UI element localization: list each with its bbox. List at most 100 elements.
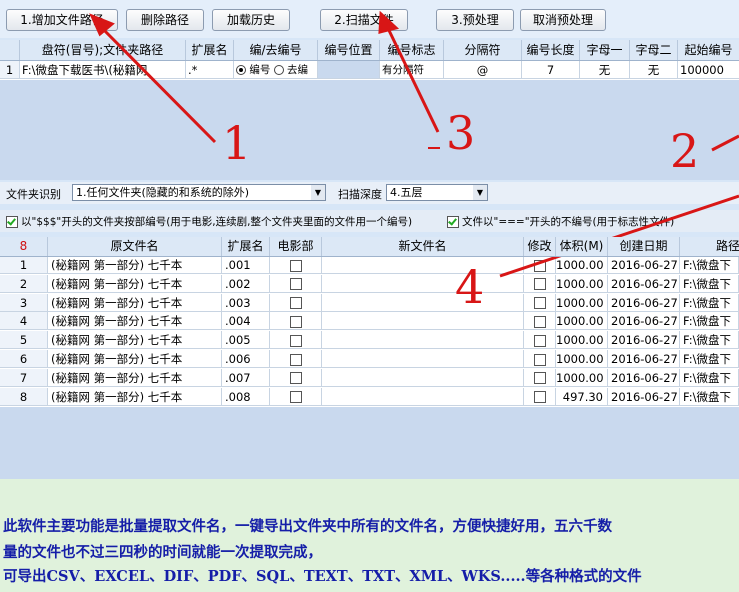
checkbox[interactable]	[289, 259, 302, 272]
new-name-cell[interactable]	[322, 331, 524, 350]
path-cell[interactable]: F:\微盘下载医书\(秘籍网	[20, 61, 186, 79]
checkbox[interactable]	[533, 353, 546, 366]
new-name-cell[interactable]	[322, 293, 524, 312]
cell-ext[interactable]: .002	[222, 274, 270, 293]
cell-ext[interactable]: .006	[222, 350, 270, 368]
checkbox[interactable]	[289, 334, 302, 347]
col-start[interactable]: 起始编号	[678, 40, 739, 60]
col-position[interactable]: 编号位置	[318, 40, 380, 60]
col-letter2[interactable]: 字母二	[630, 40, 678, 60]
checkbox[interactable]	[289, 372, 302, 385]
letter2-cell[interactable]: 无	[630, 61, 678, 79]
checkbox[interactable]	[533, 278, 546, 291]
cell-path[interactable]: F:\微盘下	[680, 387, 739, 406]
table-row[interactable]: 5 (秘籍网 第一部分) 七千本 .005 1000.00 2016-06-27 F:\微…	[0, 331, 739, 350]
cell-date[interactable]: 2016-06-27	[608, 368, 680, 387]
cell-ext[interactable]: .008	[222, 387, 270, 406]
cell-name[interactable]: (秘籍网 第一部分) 七千本	[48, 293, 222, 312]
cell-ext[interactable]: .003	[222, 293, 270, 312]
table-row[interactable]: 1 (秘籍网 第一部分) 七千本 .001 1000.00 2016-06-27 F:\微…	[0, 256, 739, 274]
col-length[interactable]: 编号长度	[522, 40, 580, 60]
checkbox[interactable]	[533, 334, 546, 347]
start-cell[interactable]: 100000	[678, 61, 739, 79]
movie-checkbox[interactable]	[270, 368, 322, 387]
checkbox[interactable]	[533, 372, 546, 385]
new-name-cell[interactable]	[322, 256, 524, 274]
modify-checkbox[interactable]	[524, 387, 556, 406]
col-new-name[interactable]: 新文件名	[322, 237, 524, 256]
add-path-button[interactable]: 1.增加文件路径	[6, 9, 118, 31]
modify-checkbox[interactable]	[524, 293, 556, 312]
cell-path[interactable]: F:\微盘下	[680, 256, 739, 274]
col-separator[interactable]: 分隔符	[444, 40, 522, 60]
scan-files-button[interactable]: 2.扫描文件	[320, 9, 408, 31]
cell-size[interactable]: 1000.00	[556, 274, 608, 293]
load-history-button[interactable]: 加载历史	[212, 9, 290, 31]
table-row[interactable]: 7 (秘籍网 第一部分) 七千本 .007 1000.00 2016-06-27 F:\微…	[0, 368, 739, 387]
cell-ext[interactable]: .007	[222, 368, 270, 387]
cell-date[interactable]: 2016-06-27	[608, 256, 680, 274]
col-date[interactable]: 创建日期	[608, 237, 680, 256]
check-skip-marked[interactable]	[447, 214, 459, 228]
new-name-cell[interactable]	[322, 387, 524, 406]
letter1-cell[interactable]: 无	[580, 61, 630, 79]
checkbox[interactable]	[289, 297, 302, 310]
checkbox[interactable]	[533, 297, 546, 310]
new-name-cell[interactable]	[322, 312, 524, 331]
cell-size[interactable]: 1000.00	[556, 368, 608, 387]
cell-date[interactable]: 2016-06-27	[608, 293, 680, 312]
cell-path[interactable]: F:\微盘下	[680, 331, 739, 350]
cell-size[interactable]: 1000.00	[556, 256, 608, 274]
cell-name[interactable]: (秘籍网 第一部分) 七千本	[48, 387, 222, 406]
movie-checkbox[interactable]	[270, 312, 322, 331]
preprocess-button[interactable]: 3.预处理	[436, 9, 514, 31]
checkbox[interactable]	[289, 353, 302, 366]
cell-name[interactable]: (秘籍网 第一部分) 七千本	[48, 274, 222, 293]
radio-remove[interactable]	[273, 65, 284, 75]
movie-checkbox[interactable]	[270, 274, 322, 293]
movie-checkbox[interactable]	[270, 293, 322, 312]
col-movie[interactable]: 电影部	[270, 237, 322, 256]
cell-path[interactable]: F:\微盘下	[680, 274, 739, 293]
new-name-cell[interactable]	[322, 274, 524, 293]
cell-size[interactable]: 1000.00	[556, 331, 608, 350]
movie-checkbox[interactable]	[270, 350, 322, 368]
cell-date[interactable]: 2016-06-27	[608, 312, 680, 331]
cell-ext[interactable]: .001	[222, 256, 270, 274]
numbering-radio-group[interactable]: 编号 去编	[234, 61, 318, 79]
cell-name[interactable]: (秘籍网 第一部分) 七千本	[48, 331, 222, 350]
col-numbering[interactable]: 编/去编号	[234, 40, 318, 60]
modify-checkbox[interactable]	[524, 256, 556, 274]
col-file-ext[interactable]: 扩展名	[222, 237, 270, 256]
cell-name[interactable]: (秘籍网 第一部分) 七千本	[48, 256, 222, 274]
col-original-name[interactable]: 原文件名	[48, 237, 222, 256]
depth-select[interactable]: 4.五层 ▼	[386, 184, 488, 201]
col-path[interactable]: 盘符(冒号);文件夹路径	[20, 40, 186, 60]
cell-name[interactable]: (秘籍网 第一部分) 七千本	[48, 350, 222, 368]
checkbox[interactable]	[289, 315, 302, 328]
table-row[interactable]: 3 (秘籍网 第一部分) 七千本 .003 1000.00 2016-06-27 F:\微…	[0, 293, 739, 312]
checkbox[interactable]	[533, 391, 546, 404]
checkbox[interactable]	[289, 391, 302, 404]
col-flag[interactable]: 编号标志	[380, 40, 444, 60]
movie-checkbox[interactable]	[270, 331, 322, 350]
table-row[interactable]: 4 (秘籍网 第一部分) 七千本 .004 1000.00 2016-06-27 F:\微…	[0, 312, 739, 331]
table-row[interactable]: 8 (秘籍网 第一部分) 七千本 .008 497.30 2016-06-27 F:\微盘…	[0, 387, 739, 406]
delete-path-button[interactable]: 删除路径	[126, 9, 204, 31]
checkbox[interactable]	[289, 278, 302, 291]
col-letter1[interactable]: 字母一	[580, 40, 630, 60]
cell-path[interactable]: F:\微盘下	[680, 350, 739, 368]
col-size[interactable]: 体积(M)	[556, 237, 608, 256]
position-cell[interactable]	[318, 61, 380, 79]
modify-checkbox[interactable]	[524, 274, 556, 293]
col-modify[interactable]: 修改	[524, 237, 556, 256]
col-ext[interactable]: 扩展名	[186, 40, 234, 60]
folder-id-select[interactable]: 1.任何文件夹(隐藏的和系统的除外) ▼	[72, 184, 326, 201]
cell-date[interactable]: 2016-06-27	[608, 350, 680, 368]
movie-checkbox[interactable]	[270, 387, 322, 406]
cell-size[interactable]: 497.30	[556, 387, 608, 406]
cell-size[interactable]: 1000.00	[556, 312, 608, 331]
modify-checkbox[interactable]	[524, 368, 556, 387]
table-row[interactable]: 6 (秘籍网 第一部分) 七千本 .006 1000.00 2016-06-27 F:\微…	[0, 350, 739, 368]
flag-cell[interactable]: 有分隔符	[380, 61, 444, 79]
